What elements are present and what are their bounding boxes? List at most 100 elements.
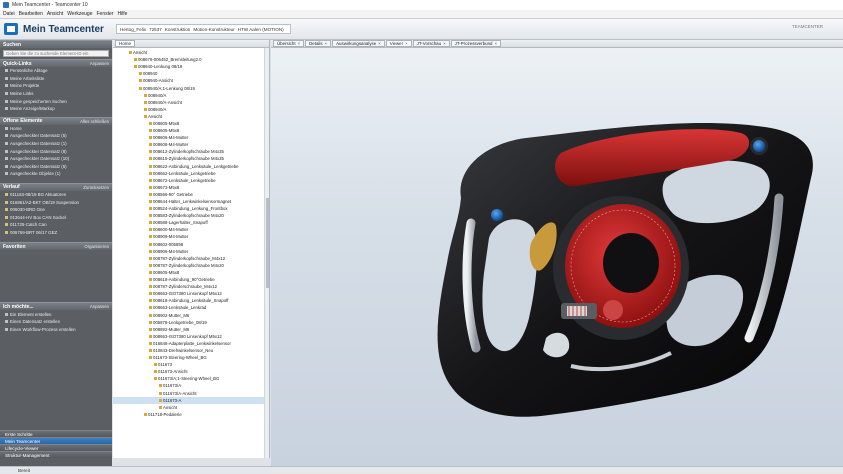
nav-button-getting-started[interactable]: Erste Schritte — [0, 430, 112, 437]
steering-wheel-model[interactable] — [271, 48, 843, 466]
tree-node[interactable]: 008612-Zylinderkopfschraube M4x35 — [113, 148, 269, 155]
breadcrumb[interactable]: Hertog_Felix 72537 Konstruktion Motion-K… — [116, 24, 291, 34]
tree-node[interactable]: 011673/A;1-Steering-Wheel_BG — [113, 375, 269, 382]
tree-node[interactable]: 011673-Ansicht — [113, 368, 269, 375]
tab-details[interactable]: Details × — [305, 40, 332, 47]
tree-node[interactable]: 008940/A — [113, 92, 269, 99]
tab-viewer[interactable]: Viewer × — [385, 40, 412, 47]
tree-node[interactable]: Ansicht — [113, 404, 269, 411]
tree-node[interactable]: 008600-M4-Mutter — [113, 226, 269, 233]
tree-node[interactable]: 016846-Adapterplatte_Lenkwinkelsensor — [113, 340, 269, 347]
tab-jt-process[interactable]: JT-Prozessverbund × — [450, 40, 502, 47]
tree-node[interactable]: Ansicht — [113, 49, 269, 56]
tree-node[interactable]: 008663-ISO7380 Linsenkopf M5x12 — [113, 290, 269, 297]
i-want-section-header[interactable]: Ich möchte... Anpassen — [0, 302, 112, 311]
quicklinks-customize-link[interactable]: Anpassen — [90, 61, 109, 66]
action-create-workflow[interactable]: Einen Workflow-Prozess erstellen — [0, 325, 112, 333]
tree-node[interactable]: 008605-M5x8 — [113, 120, 269, 127]
open-item[interactable]: Ausgecheckter Datensatz (1) — [0, 140, 112, 148]
favorites-section-header[interactable]: Favoriten Organisieren — [0, 242, 112, 251]
tree-node[interactable]: 010843-Drehwinkelsensor_Neu — [113, 347, 269, 354]
history-section-header[interactable]: Verlauf Zurücksetzen — [0, 182, 112, 191]
tree-node[interactable]: 008787-Zylinderschraube_M4x12 — [113, 283, 269, 290]
tree-node[interactable]: 008618-Anbindung_90°Getriebe — [113, 276, 269, 283]
tree-node[interactable]: 008673-M5x8 — [113, 184, 269, 191]
tree-node[interactable]: 008902-Mutter_M6 — [113, 311, 269, 318]
tab-impact-analysis[interactable]: Auswirkungsanalyse × — [332, 40, 385, 47]
quicklink-item[interactable]: Meine Links — [0, 90, 112, 98]
tree-node[interactable]: 008787-Zylinderkopfschraube M4x20 — [113, 262, 269, 269]
tree-node[interactable]: 008940-Ansicht — [113, 77, 269, 84]
open-item[interactable]: Ausgecheckter Datensatz (5) — [0, 132, 112, 140]
i-want-customize-link[interactable]: Anpassen — [90, 304, 109, 309]
close-icon[interactable]: × — [325, 41, 328, 46]
action-create-item[interactable]: Ein Element erstellen — [0, 310, 112, 318]
history-item[interactable]: 006769-BRT 06/17 GEZ — [0, 229, 112, 237]
tree-node[interactable]: 008644-Halter_Lenkwinkelsensormagnet — [113, 198, 269, 205]
tree-node[interactable]: 008663-Lenksäule_Lenkrad — [113, 304, 269, 311]
tree-node[interactable]: 008892-Mutter_M6 — [113, 326, 269, 333]
tree-node[interactable]: 011673-Steering-Wheel_BG — [113, 354, 269, 361]
history-reset-link[interactable]: Zurücksetzen — [83, 185, 109, 190]
menu-fenster[interactable]: Fenster — [96, 11, 113, 17]
nav-button-my-teamcenter[interactable]: Mein Teamcenter — [0, 437, 112, 444]
tree-node[interactable]: 008787-Zylinderkopfschraube_M4x12 — [113, 255, 269, 262]
tree-node[interactable]: 008583-Zylinderkopfschraube M4x20 — [113, 212, 269, 219]
menu-hilfe[interactable]: Hilfe — [117, 11, 127, 17]
tree-node[interactable]: 008940 — [113, 70, 269, 77]
home-icon[interactable] — [4, 23, 18, 35]
tree-node[interactable]: 008906-M4-Mutter — [113, 248, 269, 255]
tree-node[interactable]: 008606-M4-Mutter — [113, 134, 269, 141]
tree-node[interactable]: 008588-Lagerhalter_Snapoff — [113, 219, 269, 226]
tree-node[interactable]: 011673/A — [113, 382, 269, 389]
open-items-section-header[interactable]: Offene Elemente Alles schließen — [0, 116, 112, 125]
menu-werkzeuge[interactable]: Werkzeuge — [67, 11, 92, 17]
quicklink-item[interactable]: Meine Projekte — [0, 82, 112, 90]
history-item[interactable]: 006030-BRD One — [0, 206, 112, 214]
tree-node[interactable]: 011673/A-Ansicht — [113, 390, 269, 397]
menu-datei[interactable]: Datei — [3, 11, 15, 17]
open-item[interactable]: Home — [0, 125, 112, 133]
history-item[interactable]: 013644-HV Box CAN Sockel — [0, 214, 112, 222]
tree-node[interactable]: 008608-M4-Mutter — [113, 141, 269, 148]
close-icon[interactable]: × — [494, 41, 497, 46]
close-icon[interactable]: × — [443, 41, 446, 46]
quicklinks-section-header[interactable]: Quick-Links Anpassen — [0, 59, 112, 67]
nav-button-structure-manager[interactable]: Struktur-Management — [0, 451, 112, 458]
tree-node[interactable]: 008615-Zylinderkopfschraube M4x35 — [113, 155, 269, 162]
tree-node[interactable]: 008940-Lenkung 08/19 — [113, 63, 269, 70]
tree-node[interactable]: 008605-M5x8 — [113, 269, 269, 276]
tree-scrollbar-thumb[interactable] — [266, 198, 269, 288]
search-input[interactable] — [3, 50, 109, 57]
tree-node[interactable]: 008940/A — [113, 106, 269, 113]
nav-button-lifecycle-viewer[interactable]: Lifecycle-Viewer — [0, 444, 112, 451]
close-icon[interactable]: × — [298, 41, 301, 46]
quicklink-item[interactable]: Persönliche Ablage — [0, 67, 112, 75]
tree-scrollbar[interactable] — [264, 48, 269, 458]
tree-node[interactable]: 008662-Lenksäule_Lenkgetriebe — [113, 170, 269, 177]
tab-home[interactable]: Home — [115, 40, 136, 47]
tree-node[interactable]: 008524-Anbindung_Lenkung_Frontbox — [113, 205, 269, 212]
tree-node[interactable]: 008602-005898 — [113, 241, 269, 248]
tree-node[interactable]: 008618-Anbindung_Lenksäule_Snapoff — [113, 297, 269, 304]
action-create-dataset[interactable]: Einen Datensatz erstellen — [0, 318, 112, 326]
close-all-link[interactable]: Alles schließen — [80, 119, 109, 124]
tree-node[interactable]: 011673 — [113, 361, 269, 368]
tree-node[interactable]: Ansicht — [113, 113, 269, 120]
open-item[interactable]: Ausgecheckter Datensatz (10) — [0, 155, 112, 163]
tree-node[interactable]: 008940/A-Ansicht — [113, 99, 269, 106]
3d-viewer[interactable]: Übersicht × Details × Auswirkungsanalyse × … — [271, 40, 843, 466]
quicklink-item[interactable]: Meine gespeicherten Suchen — [0, 97, 112, 105]
tree-node[interactable]: 008909-M4-Mutter — [113, 233, 269, 240]
open-item[interactable]: Ausgecheckter Datensatz (8) — [0, 147, 112, 155]
history-item[interactable]: 011163-08/19 BG Aktuatoren — [0, 191, 112, 199]
menu-bearbeiten[interactable]: Bearbeiten — [19, 11, 43, 17]
tab-jt-preview[interactable]: JT-Vorschau × — [412, 40, 450, 47]
tree-node[interactable]: 008605-M5x8 — [113, 127, 269, 134]
tree-node[interactable]: 005878-Lenkgetriebe_08/19 — [113, 319, 269, 326]
open-item[interactable]: Ausgecheckter Datensatz (6) — [0, 163, 112, 171]
favorites-organize-link[interactable]: Organisieren — [84, 244, 109, 249]
close-icon[interactable]: × — [405, 41, 408, 46]
tree-node[interactable]: 008622-Anbindung_Lenksäule_Lenkgetriebe — [113, 163, 269, 170]
tree-node[interactable]: 011718-Pedalerie — [113, 411, 269, 418]
